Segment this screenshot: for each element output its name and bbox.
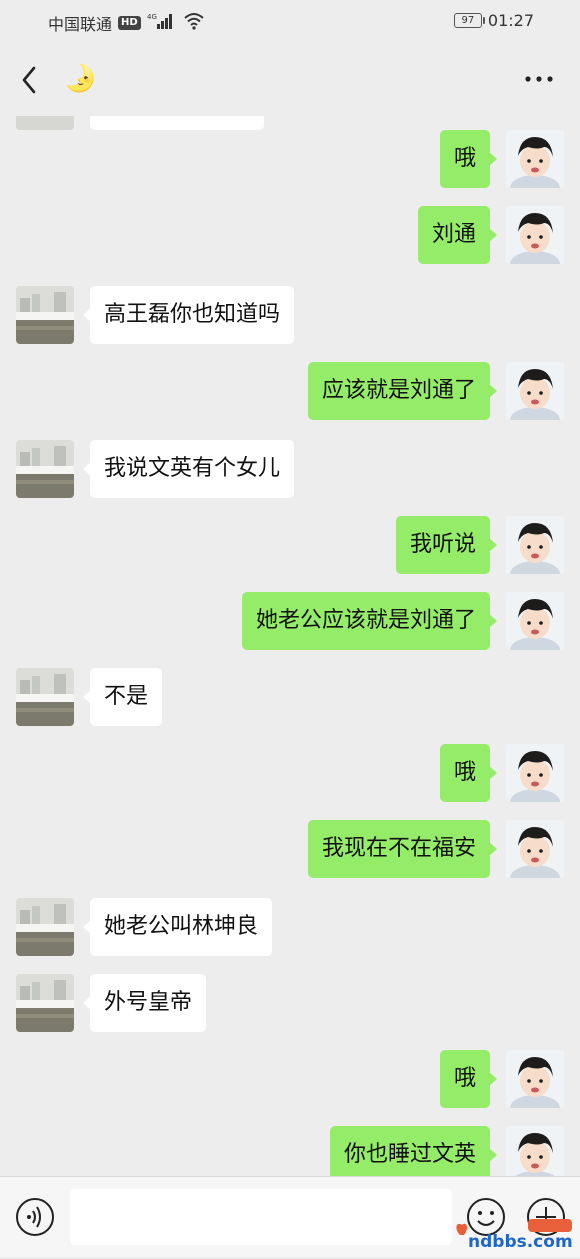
message-bubble[interactable]: 应该就是刘通了 xyxy=(307,362,498,420)
message-bubble[interactable]: 哦 xyxy=(439,744,498,802)
received-message: 不是 xyxy=(0,668,580,726)
message-bubble[interactable]: 我听说 xyxy=(395,516,498,574)
received-message: 高王磊你也知道吗 xyxy=(0,286,580,344)
message-input[interactable] xyxy=(70,1189,452,1245)
network-type: 4G xyxy=(147,13,157,21)
sent-message: 哦 xyxy=(0,130,580,188)
contact-avatar[interactable] xyxy=(16,286,74,344)
my-avatar[interactable] xyxy=(506,1050,564,1108)
more-horizontal-icon xyxy=(525,76,553,82)
signal-icon: 4G xyxy=(147,12,177,34)
sent-message: 哦 xyxy=(0,1050,580,1108)
battery-icon: 97 xyxy=(453,13,485,28)
more-button[interactable] xyxy=(524,64,554,94)
my-avatar[interactable] xyxy=(506,206,564,264)
sent-message: 应该就是刘通了 xyxy=(0,362,580,420)
watermark-logo: ndbbs.com xyxy=(452,1217,578,1255)
my-avatar[interactable] xyxy=(506,130,564,188)
carrier-name: 中国联通 xyxy=(48,15,113,34)
message-bubble-partial[interactable] xyxy=(90,116,264,130)
sent-message: 我现在不在福安 xyxy=(0,820,580,878)
status-right: 97 01:27 xyxy=(453,11,534,30)
received-message: 外号皇帝 xyxy=(0,974,580,1032)
message-bubble[interactable]: 我说文英有个女儿 xyxy=(82,440,295,498)
my-avatar[interactable] xyxy=(506,362,564,420)
contact-avatar[interactable] xyxy=(16,440,74,498)
my-avatar[interactable] xyxy=(506,1126,564,1176)
input-bar: ndbbs.com xyxy=(0,1176,580,1257)
message-bubble[interactable]: 哦 xyxy=(439,1050,498,1108)
my-avatar[interactable] xyxy=(506,820,564,878)
message-bubble[interactable]: 她老公叫林坤良 xyxy=(82,898,273,956)
message-bubble[interactable]: 她老公应该就是刘通了 xyxy=(241,592,498,650)
contact-avatar[interactable] xyxy=(16,974,74,1032)
received-message: 我说文英有个女儿 xyxy=(0,440,580,498)
message-bubble[interactable]: 你也睡过文英 xyxy=(329,1126,498,1176)
message-bubble[interactable]: 我现在不在福安 xyxy=(307,820,498,878)
status-bar: 中国联通 HD 4G 97 01:27 xyxy=(0,0,580,44)
message-bubble[interactable]: 刘通 xyxy=(417,206,498,264)
back-button[interactable] xyxy=(14,60,46,100)
battery-level: 97 xyxy=(461,15,475,26)
sent-message: 她老公应该就是刘通了 xyxy=(0,592,580,650)
message-bubble[interactable]: 不是 xyxy=(82,668,163,726)
contact-name: 🌛 xyxy=(64,64,97,94)
sent-message: 你也睡过文英 xyxy=(0,1126,580,1176)
message-bubble[interactable]: 高王磊你也知道吗 xyxy=(82,286,295,344)
clock: 01:27 xyxy=(487,11,534,30)
voice-button[interactable] xyxy=(15,1197,55,1237)
sent-message: 我听说 xyxy=(0,516,580,574)
voice-icon xyxy=(16,1198,54,1236)
chevron-left-icon xyxy=(22,66,36,94)
chat-header: 🌛 xyxy=(0,44,580,116)
message-partial xyxy=(0,116,580,130)
sent-message: 哦 xyxy=(0,744,580,802)
status-left: 中国联通 HD 4G xyxy=(48,11,205,35)
my-avatar[interactable] xyxy=(506,516,564,574)
wifi-icon xyxy=(183,12,205,34)
received-message: 她老公叫林坤良 xyxy=(0,898,580,956)
contact-avatar[interactable] xyxy=(16,116,74,130)
contact-avatar[interactable] xyxy=(16,668,74,726)
my-avatar[interactable] xyxy=(506,592,564,650)
my-avatar[interactable] xyxy=(506,744,564,802)
message-bubble[interactable]: 哦 xyxy=(439,130,498,188)
hd-badge: HD xyxy=(118,16,141,30)
watermark-site: ndbbs.com xyxy=(468,1232,573,1252)
message-bubble[interactable]: 外号皇帝 xyxy=(82,974,207,1032)
chat-messages[interactable]: 哦 刘通 高王磊你也知道吗 应该就是刘通了 我说文英有个女儿 我听说 她老公应该… xyxy=(0,116,580,1176)
contact-avatar[interactable] xyxy=(16,898,74,956)
sent-message: 刘通 xyxy=(0,206,580,264)
